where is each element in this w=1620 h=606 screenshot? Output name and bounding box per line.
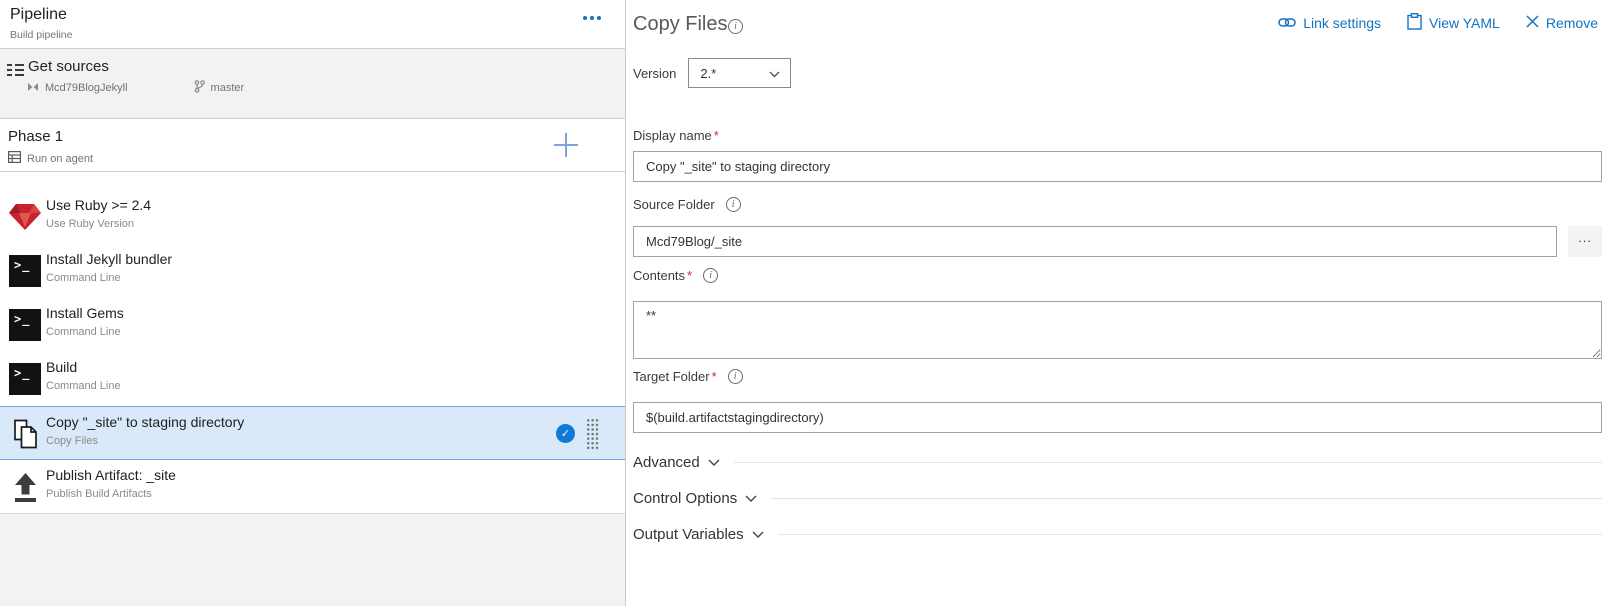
copy-files-icon	[8, 418, 42, 450]
task-list: Use Ruby >= 2.4 Use Ruby Version >_ Inst…	[0, 190, 625, 514]
info-icon[interactable]: i	[728, 369, 743, 384]
branch-name: master	[211, 82, 245, 94]
page-title: Copy Files	[633, 13, 727, 36]
info-icon[interactable]: i	[728, 19, 743, 34]
branch-icon	[194, 80, 205, 96]
required-asterisk: *	[714, 128, 719, 143]
chevron-down-icon	[708, 459, 720, 467]
pipeline-panel: Pipeline Build pipeline Get sources Mcd7…	[0, 0, 626, 606]
task-row-install-gems[interactable]: >_ Install Gems Command Line	[0, 298, 625, 352]
task-row-copy-files-selected[interactable]: Copy "_site" to staging directory Copy F…	[0, 406, 625, 460]
target-folder-input[interactable]	[633, 402, 1602, 433]
link-settings-button[interactable]: Link settings	[1278, 13, 1381, 33]
version-label: Version	[633, 66, 676, 81]
phase-title: Phase 1	[8, 128, 63, 145]
section-divider	[771, 498, 1602, 499]
panel-actions: Link settings View YAML Remove	[1278, 13, 1598, 33]
link-settings-label: Link settings	[1303, 15, 1381, 31]
task-subtitle: Command Line	[46, 380, 121, 392]
terminal-icon: >_	[8, 363, 42, 395]
get-sources-item[interactable]: Get sources Mcd79BlogJekyll master	[0, 48, 625, 119]
task-row-build[interactable]: >_ Build Command Line	[0, 352, 625, 406]
terminal-icon: >_	[8, 309, 42, 341]
task-subtitle: Publish Build Artifacts	[46, 488, 152, 500]
selected-check-icon: ✓	[556, 424, 575, 443]
close-icon	[1526, 15, 1539, 31]
task-title: Install Gems	[46, 305, 124, 321]
display-name-label: Display name*	[633, 128, 719, 143]
section-control-options[interactable]: Control Options	[633, 490, 1602, 507]
task-list-footer	[0, 514, 625, 606]
yaml-document-icon	[1407, 13, 1422, 33]
task-row-use-ruby[interactable]: Use Ruby >= 2.4 Use Ruby Version	[0, 190, 625, 244]
task-title: Build	[46, 359, 77, 375]
task-subtitle: Command Line	[46, 326, 121, 338]
agent-icon	[8, 151, 21, 166]
chevron-down-icon	[752, 531, 764, 539]
task-title: Install Jekyll bundler	[46, 251, 172, 267]
task-subtitle: Command Line	[46, 272, 121, 284]
sources-icon	[7, 62, 25, 83]
required-asterisk: *	[687, 268, 692, 283]
add-task-button[interactable]	[550, 129, 582, 161]
task-subtitle: Copy Files	[46, 435, 98, 447]
task-row-publish-artifact[interactable]: Publish Artifact: _site Publish Build Ar…	[0, 460, 625, 514]
pipeline-subtitle: Build pipeline	[10, 29, 72, 41]
task-row-install-jekyll-bundler[interactable]: >_ Install Jekyll bundler Command Line	[0, 244, 625, 298]
section-divider	[778, 534, 1602, 535]
chevron-down-icon	[769, 71, 780, 78]
task-title: Copy "_site" to staging directory	[46, 414, 244, 430]
task-title: Use Ruby >= 2.4	[46, 197, 151, 213]
remove-button[interactable]: Remove	[1526, 13, 1598, 33]
phase-subtitle: Run on agent	[27, 153, 93, 165]
section-output-variables[interactable]: Output Variables	[633, 526, 1602, 543]
task-subtitle: Use Ruby Version	[46, 218, 134, 230]
ruby-icon	[8, 201, 42, 233]
required-asterisk: *	[712, 369, 717, 384]
pipeline-title: Pipeline	[10, 6, 67, 24]
display-name-input[interactable]	[633, 151, 1602, 182]
view-yaml-label: View YAML	[1429, 15, 1500, 31]
more-options-icon[interactable]	[583, 16, 601, 20]
info-icon[interactable]: i	[703, 268, 718, 283]
contents-textarea[interactable]: **	[633, 301, 1602, 359]
view-yaml-button[interactable]: View YAML	[1407, 13, 1500, 33]
browse-source-folder-button[interactable]: ...	[1568, 226, 1602, 257]
section-advanced[interactable]: Advanced	[633, 454, 1602, 471]
version-value: 2.*	[700, 66, 716, 81]
info-icon[interactable]: i	[726, 197, 741, 212]
version-dropdown[interactable]: 2.*	[688, 58, 791, 88]
repo-name: Mcd79BlogJekyll	[45, 82, 128, 94]
publish-artifact-icon	[8, 471, 42, 503]
task-title: Publish Artifact: _site	[46, 467, 176, 483]
chevron-down-icon	[745, 495, 757, 503]
section-divider	[734, 462, 1602, 463]
source-folder-input[interactable]	[633, 226, 1557, 257]
link-icon	[1278, 15, 1296, 31]
contents-label: Contents*	[633, 268, 692, 283]
target-folder-label: Target Folder*	[633, 369, 717, 384]
phase-header[interactable]: Phase 1 Run on agent	[0, 119, 625, 172]
repo-icon	[27, 81, 39, 96]
get-sources-title: Get sources	[28, 58, 109, 75]
remove-label: Remove	[1546, 15, 1598, 31]
drag-handle[interactable]	[586, 418, 599, 450]
terminal-icon: >_	[8, 255, 42, 287]
source-folder-label: Source Folder	[633, 197, 715, 212]
